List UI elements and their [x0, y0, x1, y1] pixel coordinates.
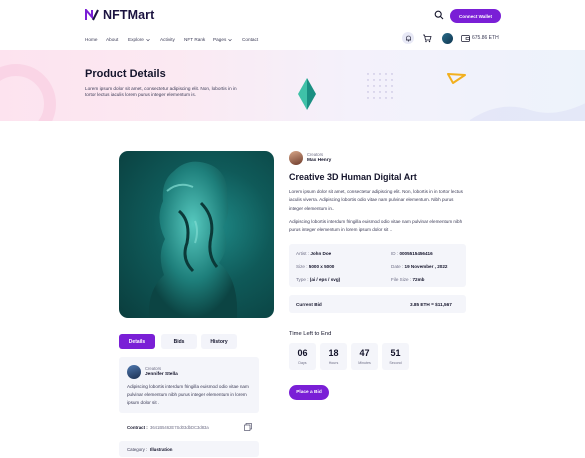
- category-label: Category :: [127, 447, 148, 452]
- nav-item-label: Activity: [160, 37, 175, 42]
- product-creator-avatar[interactable]: [289, 151, 303, 165]
- product-image: [119, 151, 274, 318]
- current-bid-label: Current Bid: [296, 302, 322, 307]
- category-value: Illustration: [150, 447, 173, 452]
- bust-sculpture-illustration: [148, 161, 238, 318]
- chevron-down-icon: [146, 38, 150, 41]
- contract-address: 3641B5462E7Sd03dbDC3d83a: [150, 425, 209, 430]
- info-date: Date : 19 November , 2022: [391, 264, 447, 269]
- brand-name: NFTMart: [103, 8, 155, 22]
- tab-details[interactable]: Details: [119, 334, 155, 349]
- connect-wallet-button[interactable]: Connect Wallet: [450, 9, 501, 23]
- info-file-size: File Size : 72mb: [391, 277, 424, 282]
- info-value: 19 November , 2022: [404, 264, 448, 269]
- info-label: Date :: [391, 264, 404, 269]
- creator-label: Creators: [145, 366, 162, 371]
- product-description: Lorem ipsum dolor sit amet, consectetur …: [289, 189, 463, 211]
- triangle-icon: [447, 73, 466, 84]
- nav-item-label: Home: [85, 37, 98, 42]
- notifications-button[interactable]: [402, 32, 414, 44]
- bell-icon: [405, 35, 411, 41]
- logo-mark-icon: [85, 9, 99, 21]
- countdown-unit: Days: [298, 361, 307, 365]
- product-creator-name[interactable]: Max Henry: [307, 158, 331, 163]
- eth-balance: 675.86 ETH: [472, 35, 499, 41]
- creator-avatar[interactable]: [127, 365, 141, 379]
- nav-item-activity[interactable]: Activity: [160, 37, 175, 42]
- product-title: Creative 3D Human Digital Art: [289, 172, 417, 182]
- gem-icon: [298, 78, 316, 110]
- countdown-unit: Second: [389, 361, 402, 365]
- decorative-arc: [0, 64, 56, 121]
- copy-icon[interactable]: [244, 423, 252, 431]
- info-label: Artist :: [296, 251, 310, 256]
- product-creator-label: Creators: [307, 152, 324, 157]
- page-title: Product Details: [85, 68, 166, 80]
- info-id: ID : 0005515456416: [391, 251, 433, 256]
- countdown-value: 51: [390, 348, 401, 358]
- countdown-value: 47: [359, 348, 370, 358]
- countdown-unit: Hours: [328, 361, 339, 365]
- dots-pattern-icon: [367, 73, 393, 99]
- nav-item-label: Explore: [128, 37, 144, 42]
- search-icon[interactable]: [434, 10, 444, 20]
- current-bid-value: 3.85 ETH = $11,567: [410, 302, 452, 307]
- countdown-unit: Minutes: [358, 361, 371, 365]
- nav-item-label: Pages: [213, 37, 227, 42]
- info-artist: Artist : John Doe: [296, 251, 331, 256]
- cart-icon[interactable]: [422, 33, 432, 43]
- info-value: 72mb: [412, 277, 425, 282]
- info-type: Type : (ai / eps / svg): [296, 277, 340, 282]
- nav-item-label: NFT Rank: [184, 37, 206, 42]
- info-label: File Size :: [391, 277, 412, 282]
- nav-item-pages[interactable]: Pages: [213, 37, 233, 42]
- page-subtitle: Lorem ipsum dolor sit amet, consectetur …: [85, 86, 237, 98]
- creator-name[interactable]: Jennifer Stella: [145, 372, 178, 377]
- nav-item-about[interactable]: About: [106, 37, 118, 42]
- countdown-value: 18: [328, 348, 339, 358]
- countdown-value: 06: [297, 348, 308, 358]
- info-value: 0005515456416: [399, 251, 433, 256]
- info-label: Size :: [296, 264, 308, 269]
- nav-item-label: About: [106, 37, 119, 42]
- wallet-icon: [461, 35, 470, 42]
- info-label: Type :: [296, 277, 309, 282]
- place-bid-button[interactable]: Place a Bid: [289, 385, 329, 400]
- nav-item-explore[interactable]: Explore: [128, 37, 150, 42]
- info-label: ID :: [391, 251, 399, 256]
- decorative-wave: [470, 103, 585, 121]
- tab-bids[interactable]: Bids: [161, 334, 197, 349]
- contract-label: Contract :: [127, 425, 148, 430]
- info-size: Size : 5000 x 5000: [296, 264, 334, 269]
- info-value: John Doe: [310, 251, 332, 256]
- page-hero: Product Details Lorem ipsum dolor sit am…: [0, 50, 585, 121]
- nav-item-home[interactable]: Home: [85, 37, 98, 42]
- nav-item-label: Contact: [242, 37, 259, 42]
- user-avatar[interactable]: [442, 33, 453, 44]
- creator-description: Adipiscing lobortis interdum fringilla e…: [127, 384, 249, 405]
- brand-logo[interactable]: NFTMart: [85, 8, 154, 22]
- nav-item-contact[interactable]: Contact: [242, 37, 258, 42]
- tab-history[interactable]: History: [201, 334, 237, 349]
- nav-item-nft-rank[interactable]: NFT Rank: [184, 37, 205, 42]
- countdown-label: Time Left to End: [289, 331, 332, 337]
- info-value: (ai / eps / svg): [309, 277, 341, 282]
- chevron-down-icon: [228, 38, 233, 41]
- info-value: 5000 x 5000: [308, 264, 335, 269]
- product-description-2: Adipiscing lobortis interdum fringilla e…: [289, 219, 463, 233]
